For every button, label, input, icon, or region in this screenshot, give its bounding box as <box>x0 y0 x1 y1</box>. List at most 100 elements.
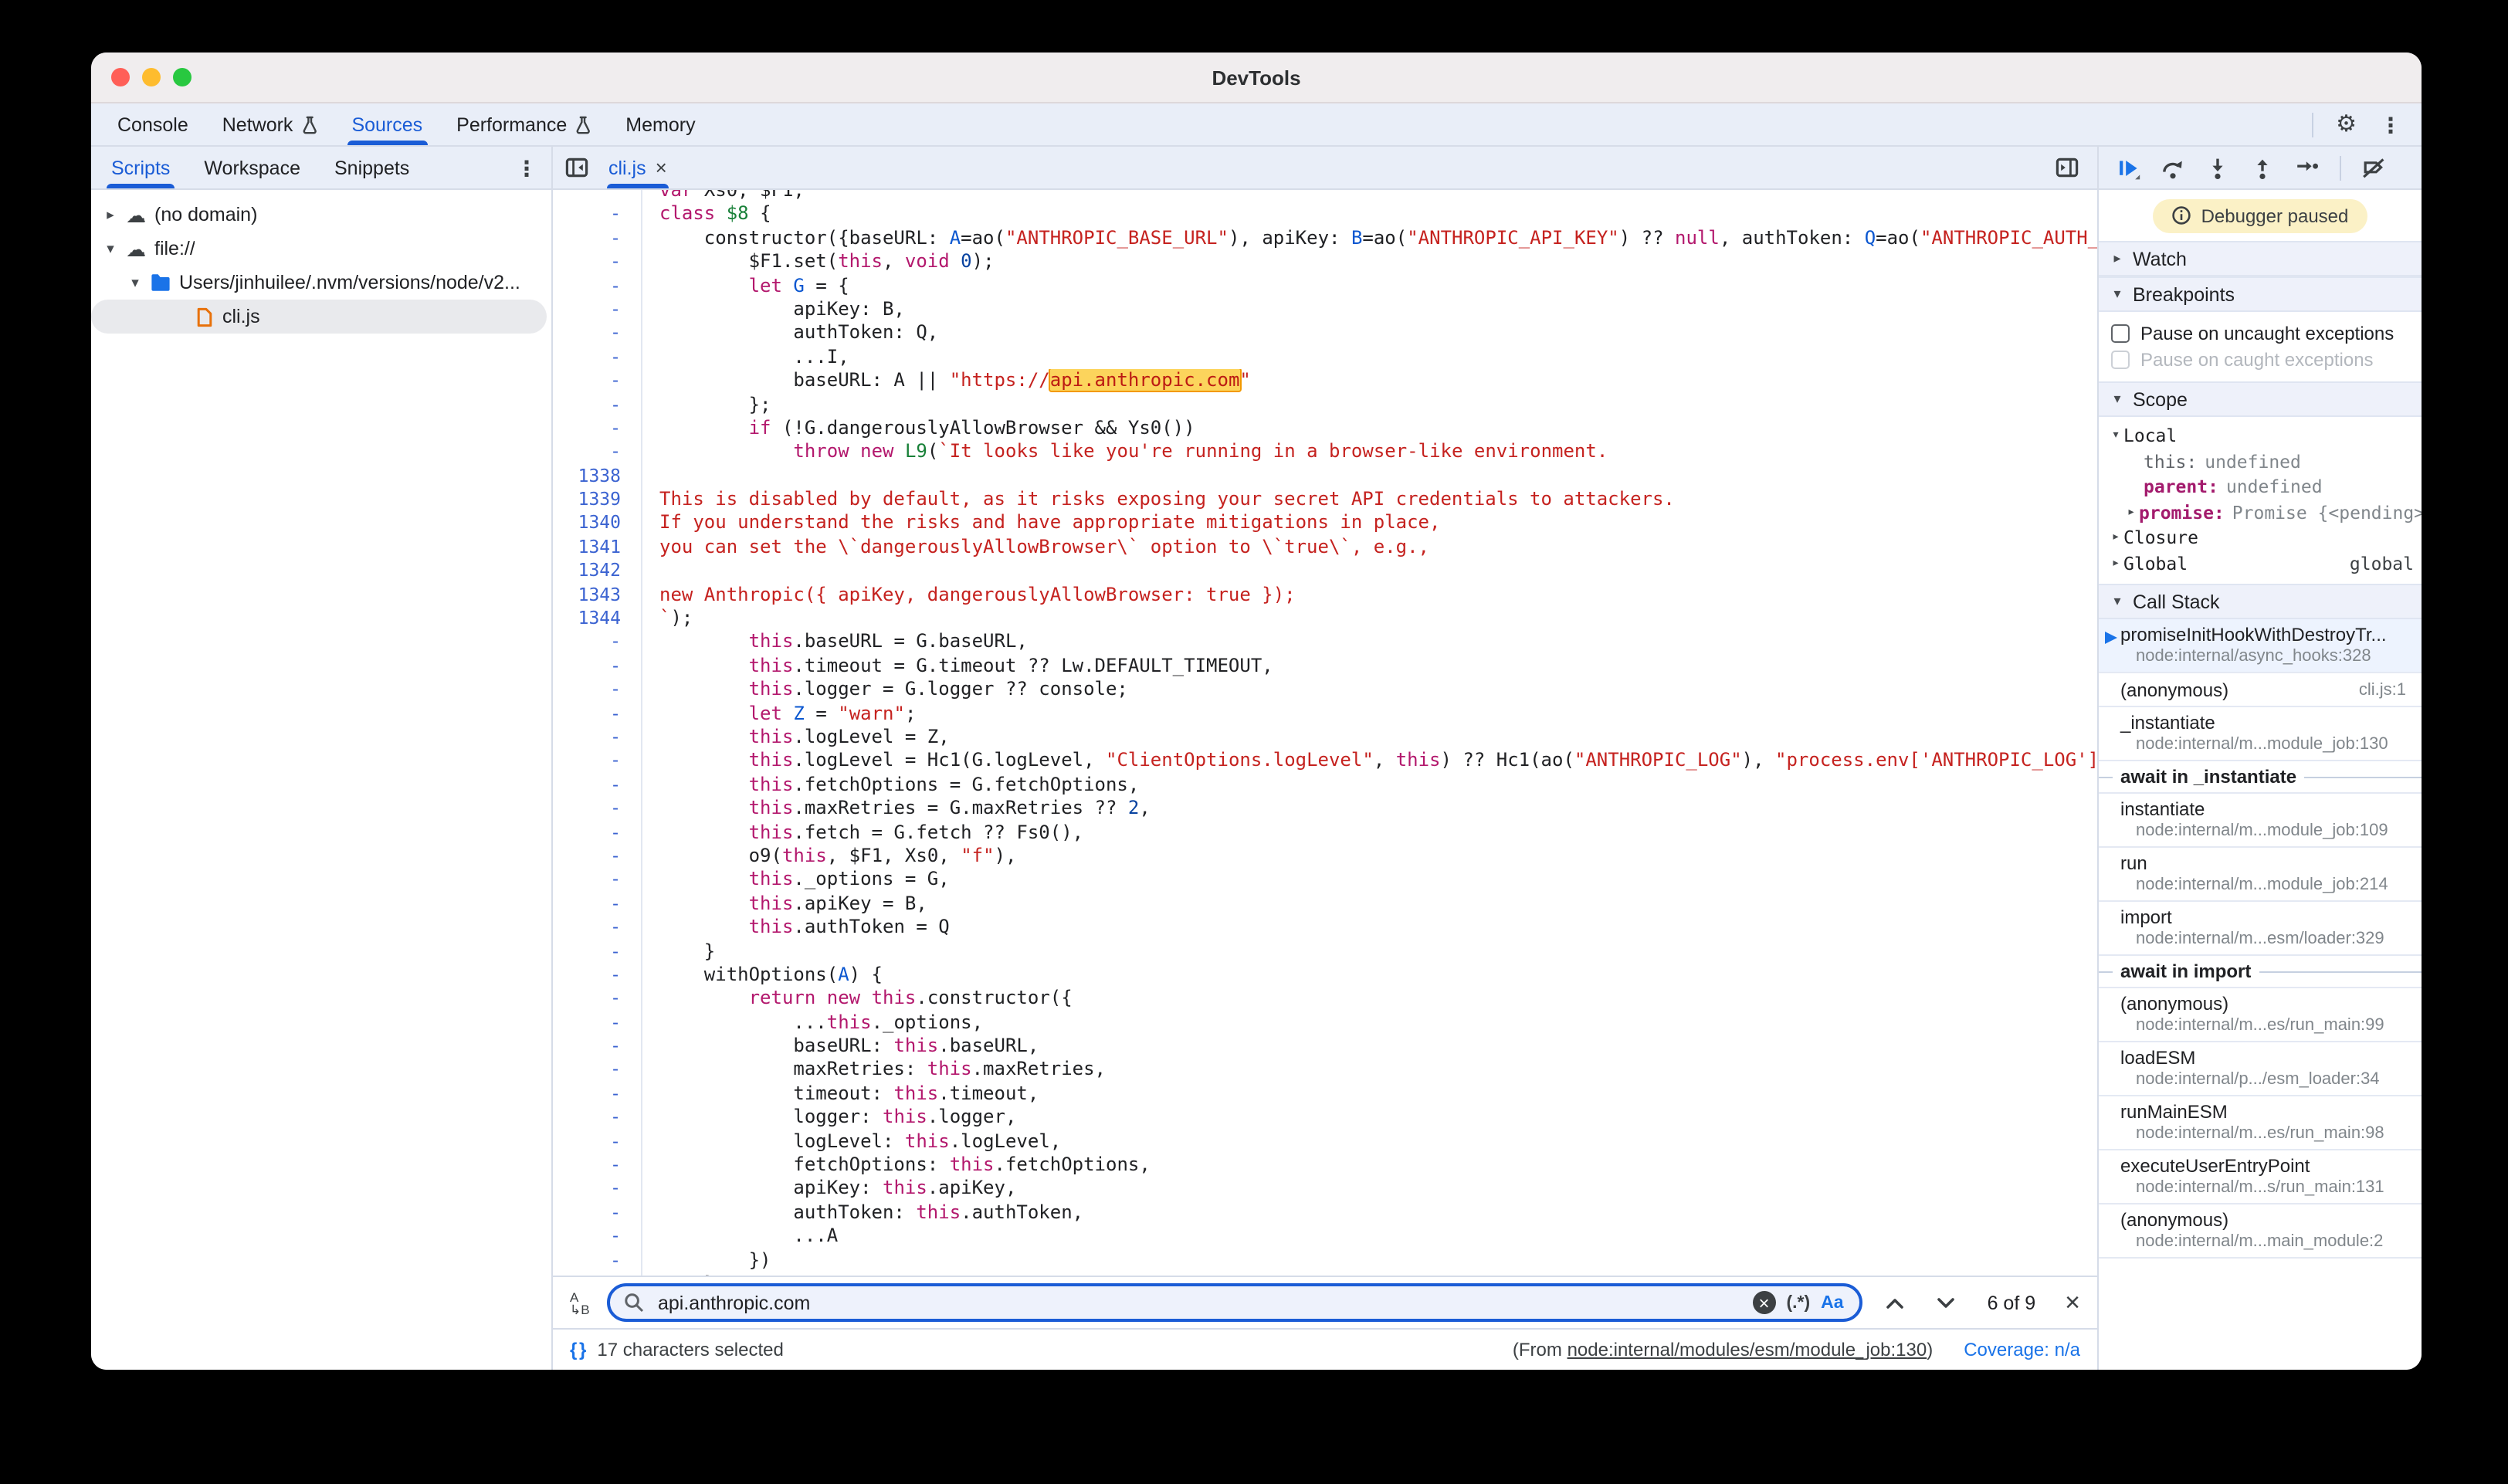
next-match-button[interactable] <box>1927 1296 1964 1309</box>
line-gutter[interactable]: - <box>553 298 642 322</box>
line-gutter[interactable]: - <box>553 940 642 964</box>
line-gutter[interactable]: 1341 <box>553 536 642 560</box>
step-into-icon[interactable] <box>2205 155 2230 180</box>
line-gutter[interactable]: - <box>553 726 642 750</box>
search-field[interactable]: × (.*) Aa <box>607 1283 1862 1322</box>
line-gutter[interactable]: - <box>553 345 642 369</box>
line-gutter[interactable]: - <box>553 988 642 1011</box>
clear-search-icon[interactable]: × <box>1752 1291 1775 1314</box>
pretty-print-icon[interactable]: { } <box>570 1339 585 1360</box>
editor-tab-clijs[interactable]: cli.js × <box>595 147 681 188</box>
line-gutter[interactable]: - <box>553 1011 642 1035</box>
line-gutter[interactable]: - <box>553 393 642 417</box>
line-gutter[interactable]: - <box>553 678 642 702</box>
checkbox[interactable] <box>2111 324 2130 342</box>
call-stack-frame[interactable]: (anonymous)cli.js:1 <box>2099 673 2422 707</box>
more-options-icon[interactable]: ⋮ <box>2380 114 2401 135</box>
line-gutter[interactable]: - <box>553 631 642 655</box>
step-out-icon[interactable] <box>2250 155 2275 180</box>
call-stack-frame[interactable]: (anonymous)node:internal/m...es/run_main… <box>2099 988 2422 1042</box>
line-gutter[interactable]: - <box>553 417 642 441</box>
expanded-arrow-icon[interactable]: ▾ <box>100 240 120 257</box>
line-gutter[interactable]: - <box>553 1106 642 1130</box>
tab-memory[interactable]: Memory <box>608 103 712 145</box>
scope-row[interactable]: Closure <box>2099 525 2422 551</box>
tab-performance[interactable]: Performance <box>439 103 608 145</box>
call-stack-section-header[interactable]: Call Stack <box>2099 584 2422 619</box>
line-gutter[interactable]: - <box>553 227 642 251</box>
collapse-left-panel-icon[interactable] <box>565 147 588 188</box>
mapped-from-link[interactable]: node:internal/modules/esm/module_job:130 <box>1568 1339 1927 1360</box>
line-gutter[interactable]: - <box>553 821 642 845</box>
match-case-toggle[interactable]: Aa <box>1821 1293 1843 1312</box>
call-stack-frame[interactable]: executeUserEntryPointnode:internal/m...s… <box>2099 1150 2422 1204</box>
step-icon[interactable] <box>2295 155 2320 180</box>
call-stack-frame[interactable]: runMainESMnode:internal/m...es/run_main:… <box>2099 1096 2422 1150</box>
scope-row[interactable]: this:undefined <box>2099 449 2422 474</box>
call-stack-frame[interactable]: promiseInitHookWithDestroyTr...node:inte… <box>2099 619 2422 673</box>
line-gutter[interactable]: - <box>553 250 642 274</box>
line-gutter[interactable]: - <box>553 322 642 346</box>
navigator-tab-scripts[interactable]: Scripts <box>94 147 187 188</box>
call-stack-frame[interactable]: instantiatenode:internal/m...module_job:… <box>2099 794 2422 848</box>
line-gutter[interactable]: 1343 <box>553 583 642 607</box>
settings-gear-icon[interactable]: ⚙ <box>2336 113 2357 136</box>
scope-row[interactable]: Local <box>2099 423 2422 449</box>
replace-toggle-icon[interactable]: A ↳B <box>570 1290 593 1315</box>
tree-item--no-domain-[interactable]: ▸☁(no domain) <box>91 198 551 232</box>
line-gutter[interactable]: - <box>553 441 642 465</box>
resume-script-icon[interactable] <box>2116 155 2140 180</box>
tree-item-file-[interactable]: ▾☁file:// <box>91 232 551 266</box>
coverage-link[interactable]: Coverage: n/a <box>1964 1339 2080 1360</box>
line-gutter[interactable]: - <box>553 797 642 821</box>
close-find-bar-icon[interactable]: × <box>2065 1289 2080 1316</box>
navigator-more-icon[interactable]: ⋮ <box>516 157 537 178</box>
navigator-tab-workspace[interactable]: Workspace <box>187 147 317 188</box>
line-gutter[interactable]: - <box>553 702 642 726</box>
line-gutter[interactable]: - <box>553 1035 642 1059</box>
line-gutter[interactable]: - <box>553 1059 642 1083</box>
line-gutter[interactable]: - <box>553 369 642 393</box>
line-gutter[interactable]: - <box>553 1130 642 1154</box>
toggle-debugger-sidebar-icon[interactable] <box>2056 156 2079 179</box>
tab-sources[interactable]: Sources <box>334 103 439 145</box>
line-gutter[interactable]: - <box>553 1177 642 1201</box>
line-gutter[interactable]: - <box>553 203 642 227</box>
line-gutter[interactable]: - <box>553 1154 642 1177</box>
line-gutter[interactable]: - <box>553 1225 642 1249</box>
line-gutter[interactable]: - <box>553 916 642 940</box>
navigator-tab-snippets[interactable]: Snippets <box>317 147 426 188</box>
call-stack-frame[interactable]: importnode:internal/m...esm/loader:329 <box>2099 902 2422 956</box>
step-over-icon[interactable] <box>2161 155 2185 180</box>
search-input[interactable] <box>655 1290 1741 1315</box>
tab-network[interactable]: Network <box>205 103 335 145</box>
line-gutter[interactable]: 1340 <box>553 512 642 536</box>
scope-row[interactable]: promise:Promise {<pending>} <box>2099 500 2422 525</box>
deactivate-breakpoints-icon[interactable] <box>2361 155 2386 180</box>
line-gutter[interactable]: - <box>553 1201 642 1225</box>
call-stack-frame[interactable]: loadESMnode:internal/p.../esm_loader:34 <box>2099 1042 2422 1096</box>
line-gutter[interactable] <box>553 190 642 203</box>
line-gutter[interactable]: - <box>553 750 642 774</box>
scope-row[interactable]: Globalglobal <box>2099 551 2422 576</box>
line-gutter[interactable]: - <box>553 655 642 679</box>
collapsed-arrow-icon[interactable]: ▸ <box>100 206 120 223</box>
line-gutter[interactable]: - <box>553 1083 642 1106</box>
call-stack-frame[interactable]: runnode:internal/m...module_job:214 <box>2099 848 2422 902</box>
line-gutter[interactable]: 1339 <box>553 488 642 512</box>
regex-toggle[interactable]: (.*) <box>1786 1293 1810 1312</box>
line-gutter[interactable]: 1338 <box>553 464 642 488</box>
line-gutter[interactable]: - <box>553 274 642 298</box>
scope-section-header[interactable]: Scope <box>2099 381 2422 417</box>
line-gutter[interactable]: 1342 <box>553 560 642 584</box>
expanded-arrow-icon[interactable]: ▾ <box>125 274 145 291</box>
line-gutter[interactable]: - <box>553 845 642 869</box>
previous-match-button[interactable] <box>1876 1296 1913 1309</box>
tab-console[interactable]: Console <box>100 103 205 145</box>
line-gutter[interactable]: - <box>553 869 642 893</box>
breakpoints-section-header[interactable]: Breakpoints <box>2099 276 2422 312</box>
line-gutter[interactable]: - <box>553 774 642 798</box>
line-gutter[interactable]: 1344 <box>553 607 642 631</box>
watch-section-header[interactable]: Watch <box>2099 241 2422 276</box>
line-gutter[interactable]: - <box>553 892 642 916</box>
